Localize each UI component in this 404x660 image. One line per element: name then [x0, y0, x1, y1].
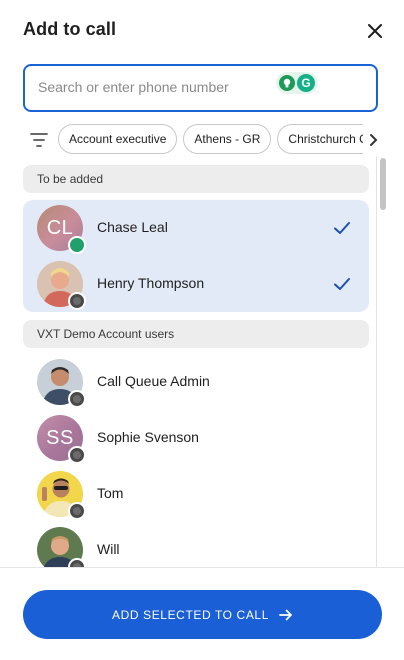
- contact-row-call-queue-admin[interactable]: Call Queue Admin: [23, 354, 369, 410]
- contact-row-sophie-svenson[interactable]: SS Sophie Svenson: [23, 410, 369, 466]
- dialog-title: Add to call: [23, 19, 117, 39]
- arrow-right-icon: [279, 609, 292, 620]
- filter-chip-athens[interactable]: Athens - GR: [183, 124, 272, 154]
- status-offline-icon: [68, 446, 86, 464]
- section-header-to-be-added: To be added: [23, 165, 369, 193]
- close-button[interactable]: [362, 18, 388, 44]
- filter-bar: Account executive Athens - GR Christchurch…: [0, 124, 404, 156]
- status-online-icon: [68, 236, 86, 254]
- contact-name: Call Queue Admin: [97, 373, 210, 389]
- button-label: ADD SELECTED TO CALL: [112, 607, 269, 622]
- search-field[interactable]: G: [23, 64, 378, 112]
- chevron-right-icon[interactable]: [366, 132, 380, 148]
- filter-icon[interactable]: [30, 132, 48, 148]
- status-offline-icon: [68, 390, 86, 408]
- contact-row-tom[interactable]: Tom: [23, 466, 369, 522]
- add-to-call-dialog: Add to call G Account executiveAthens - …: [0, 0, 404, 660]
- status-offline-icon: [68, 292, 86, 310]
- contact-name: Tom: [97, 485, 124, 501]
- check-icon: [334, 278, 350, 290]
- input-extension-icons[interactable]: G: [276, 72, 318, 94]
- close-icon: [368, 24, 382, 38]
- add-selected-to-call-button[interactable]: ADD SELECTED TO CALL: [23, 590, 382, 639]
- contact-name: Henry Thompson: [97, 275, 205, 291]
- footer-divider: [0, 567, 404, 568]
- check-icon: [334, 222, 350, 234]
- contact-list[interactable]: To be added CL Chase Leal Henry Thompson…: [0, 156, 404, 568]
- contact-name: Will: [97, 541, 120, 557]
- status-offline-icon: [68, 502, 86, 520]
- search-input[interactable]: [36, 78, 280, 96]
- contact-row-chase-leal[interactable]: CL Chase Leal: [23, 200, 369, 256]
- grammarly-icon[interactable]: G: [297, 74, 315, 92]
- section-header-vxt-demo: VXT Demo Account users: [23, 320, 369, 348]
- contact-row-will[interactable]: Will: [23, 522, 369, 568]
- scrollbar-thumb[interactable]: [380, 158, 386, 210]
- contact-name: Chase Leal: [97, 219, 168, 235]
- bulb-icon[interactable]: [279, 75, 295, 91]
- scrollbar-track[interactable]: [376, 156, 388, 568]
- filter-chips: Account executive Athens - GR Christchurch…: [58, 124, 363, 156]
- filter-chip-christchurch[interactable]: Christchurch Off: [277, 124, 363, 154]
- contact-row-henry-thompson[interactable]: Henry Thompson: [23, 256, 369, 312]
- contact-name: Sophie Svenson: [97, 429, 199, 445]
- filter-chip-account-executive[interactable]: Account executive: [58, 124, 178, 154]
